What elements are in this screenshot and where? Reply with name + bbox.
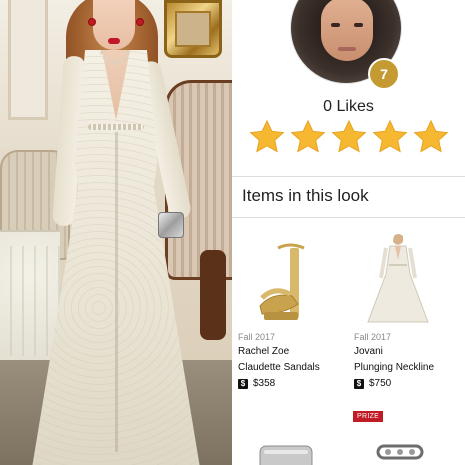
profile-eye-left: [331, 23, 340, 27]
section-divider: [232, 176, 465, 177]
item-season: Fall 2017: [354, 332, 392, 342]
item-name: Claudette Sandals: [238, 362, 320, 373]
gold-sandal-icon[interactable]: [232, 234, 332, 324]
item-season: Fall 2017: [238, 332, 276, 342]
embellished-belt: [88, 124, 144, 130]
item-name: Plunging Neckline: [354, 362, 435, 373]
item-brand: Jovani: [354, 346, 383, 357]
profile-face: [321, 0, 373, 61]
tablecloth: [0, 230, 60, 370]
price-value: $358: [253, 378, 276, 389]
look-details-panel: 7 0 Likes Items in this look Fall 2017 R…: [232, 0, 465, 465]
section-divider: [232, 217, 465, 218]
gown-front-slit: [115, 132, 118, 452]
level-badge: 7: [368, 58, 400, 90]
silver-clutch-icon[interactable]: [258, 440, 314, 465]
avatar-look-scene: [0, 0, 232, 465]
star-icon-3[interactable]: [330, 118, 368, 156]
silver-ring-icon[interactable]: [374, 440, 426, 465]
earring-right-icon: [136, 18, 144, 26]
prize-badge: PRIZE: [353, 411, 384, 422]
currency-icon: $: [238, 378, 248, 389]
items-section-title: Items in this look: [242, 186, 369, 205]
red-lips: [108, 38, 120, 44]
gold-picture-frame: [164, 0, 222, 58]
star-icon-2[interactable]: [289, 118, 327, 156]
star-rating[interactable]: [248, 118, 450, 158]
white-gown-icon[interactable]: [348, 234, 448, 324]
item-brand: Rachel Zoe: [238, 346, 290, 357]
profile-mouth: [338, 47, 356, 51]
likes-count: 0 Likes: [323, 98, 374, 115]
star-icon-4[interactable]: [371, 118, 409, 156]
price-value: $750: [369, 378, 392, 389]
silver-clutch-in-hand: [158, 212, 184, 238]
item-price: $ $750: [354, 378, 391, 389]
wooden-chair-arm: [200, 250, 226, 340]
door-frame: [8, 0, 48, 120]
currency-icon: $: [354, 378, 364, 389]
profile-eye-right: [354, 23, 363, 27]
star-icon-1[interactable]: [248, 118, 286, 156]
earring-left-icon: [88, 18, 96, 26]
item-price: $ $358: [238, 378, 275, 389]
star-icon-5[interactable]: [412, 118, 450, 156]
